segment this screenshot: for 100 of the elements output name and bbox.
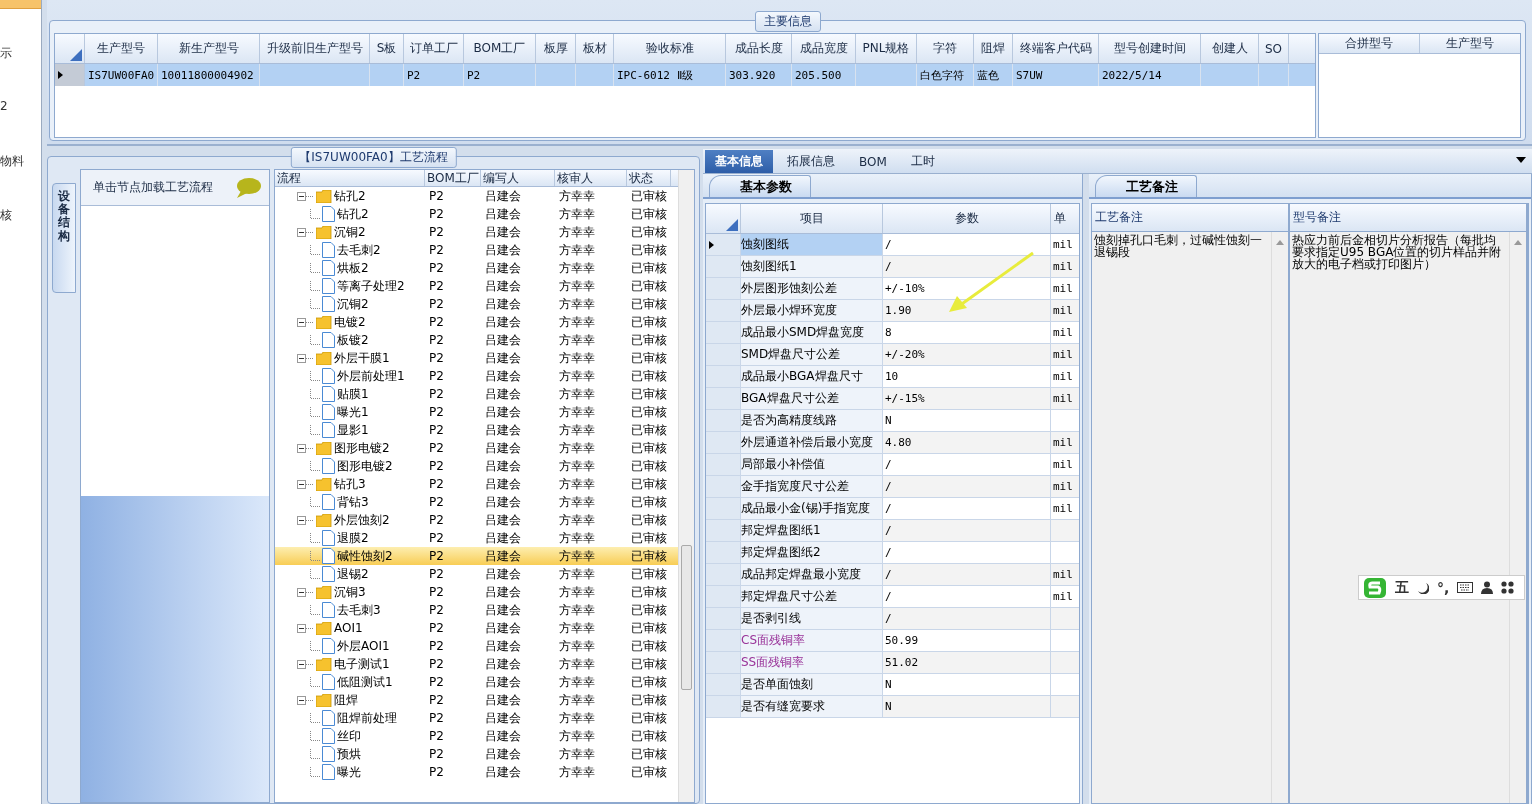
note-text[interactable]: 热应力前后金相切片分析报告（每批均要求指定U95 BGA位置的切片样品并附放大的电子档或打印图片） [1292,234,1507,270]
tree-row[interactable]: 阻焊 P2 吕建会 方幸幸 已审核 [275,691,678,709]
user-icon[interactable] [1481,581,1494,594]
column-header[interactable]: 成品宽度 [792,34,856,63]
param-name[interactable]: 是否单面蚀刻 [741,674,883,695]
param-value[interactable]: / [883,256,1051,277]
column-header[interactable]: 字符 [917,34,974,63]
column-header[interactable]: 验收标准 [614,34,726,63]
tree-row[interactable]: AOI1 P2 吕建会 方幸幸 已审核 [275,619,678,637]
collapse-icon[interactable] [297,353,314,363]
param-name[interactable]: 局部最小补偿值 [741,454,883,475]
tree-row[interactable]: 贴膜1 P2 吕建会 方幸幸 已审核 [275,385,678,403]
tree-row[interactable]: 曝光 P2 吕建会 方幸幸 已审核 [275,763,678,781]
column-header[interactable]: 终端客户代码 [1013,34,1099,63]
column-header[interactable]: BOM工厂 [464,34,536,63]
param-value[interactable]: / [883,520,1051,541]
column-header[interactable]: BOM工厂 [425,170,481,186]
column-header[interactable]: SO [1259,34,1289,63]
column-header[interactable]: S板 [370,34,404,63]
column-header[interactable]: PNL规格 [856,34,917,63]
param-value[interactable]: +/-15% [883,388,1051,409]
column-header[interactable]: 合拼型号 [1319,34,1420,53]
collapse-icon[interactable] [297,317,314,327]
tab[interactable]: 拓展信息 [777,150,845,173]
tree-row[interactable]: 等离子处理2 P2 吕建会 方幸幸 已审核 [275,277,678,295]
tree-row[interactable]: 预烘 P2 吕建会 方幸幸 已审核 [275,745,678,763]
scroll-up-icon[interactable] [1276,240,1284,245]
tree-row[interactable]: 碱性蚀刻2 P2 吕建会 方幸幸 已审核 [275,547,678,565]
scroll-thumb[interactable] [681,545,692,690]
column-header[interactable]: 阻焊 [974,34,1013,63]
param-value[interactable]: N [883,410,1051,431]
tree-row[interactable]: 显影1 P2 吕建会 方幸幸 已审核 [275,421,678,439]
tab[interactable]: 基本信息 [705,150,773,173]
row-header[interactable] [706,234,741,255]
param-name[interactable]: 金手指宽度尺寸公差 [741,476,883,497]
tree-row[interactable]: 去毛刺2 P2 吕建会 方幸幸 已审核 [275,241,678,259]
nav-item[interactable]: 物料 [0,153,41,171]
param-name[interactable]: 成品邦定焊盘最小宽度 [741,564,883,585]
tree-row[interactable]: 钻孔2 P2 吕建会 方幸幸 已审核 [275,205,678,223]
column-header[interactable]: 流程 [275,170,425,186]
tree-row[interactable]: 钻孔2 P2 吕建会 方幸幸 已审核 [275,187,678,205]
tree-row[interactable]: 阻焊前处理 P2 吕建会 方幸幸 已审核 [275,709,678,727]
column-header[interactable]: 编写人 [481,170,555,186]
moon-icon[interactable] [1417,581,1429,594]
column-header[interactable]: 型号创建时间 [1099,34,1201,63]
param-value[interactable]: / [883,454,1051,475]
table-row[interactable]: IS7UW00FA0 10011800004902 P2 P2 IPC-6012 Ⅱ级 303.920 205.500 白色字符 蓝色 S7UW 2022/5/14 [55,64,1315,86]
ime-mode[interactable]: 五 [1395,578,1409,597]
param-value[interactable]: N [883,674,1051,695]
param-name[interactable]: 蚀刻图纸1 [741,256,883,277]
param-value[interactable]: 8 [883,322,1051,343]
collapse-icon[interactable] [297,443,314,453]
collapse-icon[interactable] [297,623,314,633]
note-text[interactable]: 蚀刻掉孔口毛刺，过碱性蚀刻一退锡段 [1094,234,1269,258]
param-value[interactable]: 51.02 [883,652,1051,673]
column-header[interactable]: 核审人 [555,170,627,186]
collapse-icon[interactable] [297,659,314,669]
collapse-icon[interactable] [297,515,314,525]
param-value[interactable]: / [883,564,1051,585]
column-header[interactable]: 项目 [741,204,883,233]
param-name[interactable]: 是否剥引线 [741,608,883,629]
collapse-icon[interactable] [297,191,314,201]
tab[interactable]: BOM [849,150,897,173]
param-value[interactable]: +/-20% [883,344,1051,365]
param-name[interactable]: CS面残铜率 [741,630,883,651]
nav-item[interactable]: 核 [0,207,41,225]
tree-row[interactable]: 外层前处理1 P2 吕建会 方幸幸 已审核 [275,367,678,385]
column-header[interactable]: 订单工厂 [404,34,464,63]
param-value[interactable]: / [883,608,1051,629]
param-value[interactable]: / [883,542,1051,563]
param-name[interactable]: 邦定焊盘图纸2 [741,542,883,563]
tree-row[interactable]: 退锡2 P2 吕建会 方幸幸 已审核 [275,565,678,583]
param-name[interactable]: 成品最小金(锡)手指宽度 [741,498,883,519]
column-header[interactable]: 生产型号 [1420,34,1520,53]
side-tab[interactable]: 设备结构 [52,183,76,293]
tree-row[interactable]: 外层蚀刻2 P2 吕建会 方幸幸 已审核 [275,511,678,529]
nav-item[interactable]: 示 [0,45,41,63]
param-value[interactable]: / [883,476,1051,497]
param-value[interactable]: 10 [883,366,1051,387]
tree-row[interactable]: 烘板2 P2 吕建会 方幸幸 已审核 [275,259,678,277]
collapse-icon[interactable] [297,587,314,597]
collapse-icon[interactable] [297,479,314,489]
dropdown-icon[interactable] [1516,157,1526,163]
param-name[interactable]: 外层图形蚀刻公差 [741,278,883,299]
tab[interactable]: 工时 [900,150,945,173]
tree-row[interactable]: 去毛刺3 P2 吕建会 方幸幸 已审核 [275,601,678,619]
nav-item[interactable]: 2 [0,99,41,117]
grid-icon[interactable] [1501,581,1515,594]
param-name[interactable]: SMD焊盘尺寸公差 [741,344,883,365]
param-value[interactable]: 1.90 [883,300,1051,321]
scroll-up-icon[interactable] [1514,240,1522,245]
param-name[interactable]: 蚀刻图纸 [741,234,883,255]
param-name[interactable]: 是否为高精度线路 [741,410,883,431]
param-name[interactable]: BGA焊盘尺寸公差 [741,388,883,409]
ime-logo-icon[interactable] [1363,576,1387,599]
column-header[interactable]: 板厚 [536,34,576,63]
collapse-icon[interactable] [297,695,314,705]
param-value[interactable]: / [883,234,1051,255]
param-name[interactable]: 邦定焊盘图纸1 [741,520,883,541]
param-name[interactable]: 成品最小SMD焊盘宽度 [741,322,883,343]
